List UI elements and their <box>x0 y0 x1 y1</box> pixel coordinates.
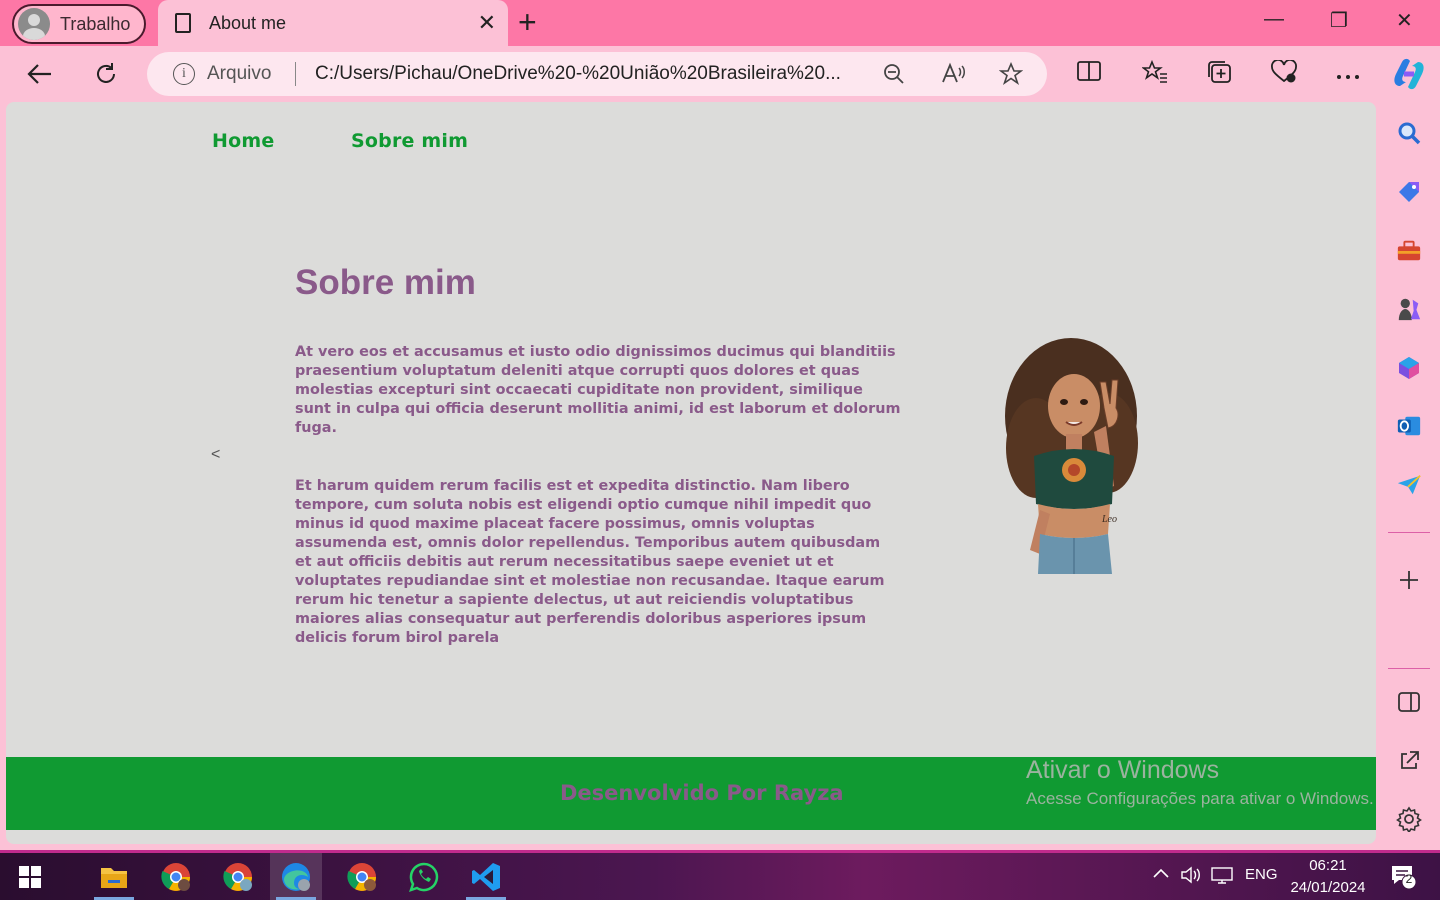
notification-center-icon[interactable]: 2 <box>1390 863 1417 893</box>
back-button[interactable] <box>24 58 56 90</box>
edge-icon <box>282 862 310 891</box>
page-title: Sobre mim <box>295 263 476 302</box>
new-tab-button[interactable]: + <box>518 6 537 38</box>
volume-icon[interactable] <box>1180 866 1202 888</box>
taskbar-chrome-profile-r[interactable] <box>150 853 202 900</box>
split-screen-icon[interactable] <box>1077 60 1101 88</box>
page-icon <box>175 13 191 33</box>
profile-button[interactable]: Trabalho <box>12 4 146 44</box>
address-scheme: Arquivo <box>207 63 272 84</box>
clock[interactable]: 06:21 24/01/2024 <box>1286 855 1370 899</box>
network-icon[interactable] <box>1210 866 1234 888</box>
sidebar-external-icon[interactable] <box>1396 748 1422 774</box>
chrome-icon <box>161 862 190 891</box>
restore-button[interactable]: ❐ <box>1330 8 1348 33</box>
sidebar-outlook-icon[interactable] <box>1396 413 1422 439</box>
whatsapp-icon <box>409 862 439 892</box>
favorite-star-icon[interactable] <box>998 61 1024 92</box>
sidebar-divider <box>1388 668 1430 669</box>
page-viewport: Home Sobre mim < Sobre mim At vero eos e… <box>6 102 1376 844</box>
collections-icon[interactable] <box>1207 60 1233 90</box>
reload-icon <box>97 63 115 83</box>
back-marker: < <box>211 446 221 463</box>
nav-sobre-mim-link[interactable]: Sobre mim <box>351 130 468 152</box>
sidebar-tools-icon[interactable] <box>1396 238 1422 264</box>
sidebar-divider <box>1388 532 1430 533</box>
close-window-button[interactable]: ✕ <box>1396 8 1413 33</box>
sidebar-send-icon[interactable] <box>1396 472 1422 498</box>
read-aloud-icon[interactable] <box>941 62 967 92</box>
portrait-illustration: Leo <box>1005 338 1138 574</box>
profile-label: Trabalho <box>60 13 131 34</box>
taskbar-chrome-profile-2[interactable] <box>212 853 264 900</box>
about-paragraph-1: At vero eos et accusamus et iusto odio d… <box>295 344 901 436</box>
sidebar-panel-icon[interactable] <box>1396 689 1422 715</box>
sidebar-shopping-icon[interactable] <box>1396 179 1422 205</box>
start-button[interactable] <box>4 853 56 900</box>
address-separator <box>295 62 296 86</box>
nav-home-link[interactable]: Home <box>212 130 274 152</box>
tab-title: About me <box>209 12 287 33</box>
vscode-icon <box>472 862 500 891</box>
sidebar-microsoft365-icon[interactable] <box>1396 355 1422 381</box>
windows-taskbar: ENG 06:21 24/01/2024 2 <box>0 850 1440 900</box>
copilot-icon[interactable] <box>1390 56 1428 98</box>
notification-count: 2 <box>1405 872 1413 886</box>
taskbar-chrome-profile-3[interactable] <box>336 853 388 900</box>
taskbar-file-explorer[interactable] <box>88 853 140 900</box>
sidebar-add-icon[interactable] <box>1396 567 1422 593</box>
minimize-button[interactable]: — <box>1264 8 1284 31</box>
reload-button[interactable] <box>90 58 122 90</box>
activation-watermark-subtitle: Acesse Configurações para ativar o Windo… <box>1026 789 1374 808</box>
activation-watermark-title: Ativar o Windows <box>1026 756 1220 784</box>
favorites-icon[interactable] <box>1141 59 1168 90</box>
footer-credit: Desenvolvido Por Rayza <box>560 781 844 805</box>
clock-date: 24/01/2024 <box>1290 879 1366 896</box>
back-arrow-icon <box>27 64 51 84</box>
taskbar-whatsapp[interactable] <box>398 853 450 900</box>
language-indicator[interactable]: ENG <box>1245 866 1278 883</box>
tray-overflow-icon[interactable] <box>1152 866 1170 883</box>
about-paragraph-2: Et harum quidem rerum facilis est et exp… <box>295 478 885 646</box>
site-info-icon[interactable]: i <box>173 63 195 85</box>
chrome-icon <box>347 862 376 891</box>
chrome-icon <box>223 862 252 891</box>
tab-about-me[interactable]: About me ✕ <box>158 0 508 46</box>
clock-time: 06:21 <box>1309 857 1347 874</box>
sidebar-search-icon[interactable] <box>1396 120 1422 146</box>
address-bar[interactable]: i Arquivo C:/Users/Pichau/OneDrive%20-%2… <box>147 52 1047 96</box>
sidebar-games-icon[interactable] <box>1396 296 1422 322</box>
more-options-icon[interactable] <box>1336 60 1360 86</box>
sidebar-settings-icon[interactable] <box>1396 806 1422 832</box>
browser-essentials-icon[interactable] <box>1270 59 1298 90</box>
tab-close-icon[interactable]: ✕ <box>478 12 496 34</box>
edge-sidebar <box>1380 100 1440 850</box>
taskbar-edge[interactable] <box>270 853 322 900</box>
address-url[interactable]: C:/Users/Pichau/OneDrive%20-%20União%20B… <box>315 63 865 85</box>
profile-avatar-icon <box>18 8 50 40</box>
zoom-icon[interactable] <box>882 62 906 92</box>
folder-icon <box>101 867 127 888</box>
svg-text:Leo: Leo <box>1101 514 1117 525</box>
windows-icon <box>19 865 41 888</box>
taskbar-vscode[interactable] <box>460 853 512 900</box>
browser-titlebar: Trabalho About me ✕ + — ❐ ✕ <box>0 0 1440 46</box>
